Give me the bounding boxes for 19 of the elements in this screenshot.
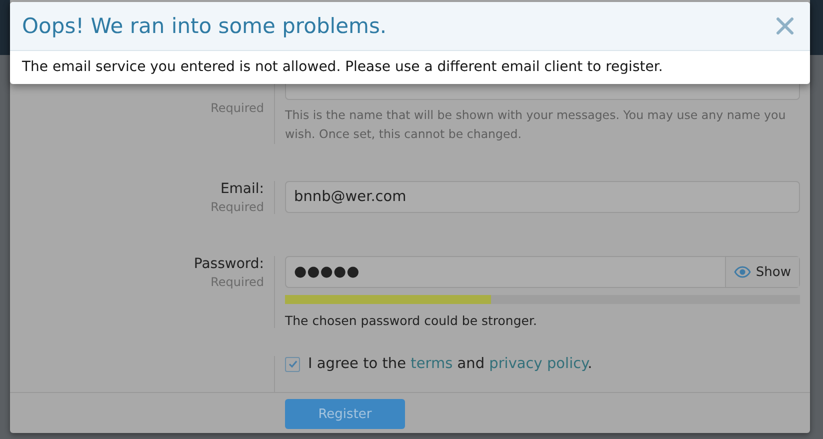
input-field[interactable]: bnnb@wer.com	[285, 181, 800, 213]
show-password-button[interactable]: Show	[724, 257, 799, 287]
agreement-text: I agree to the terms and privacy policy.	[308, 356, 592, 372]
eye-icon	[734, 266, 751, 278]
error-message: The email service you entered is not allowed. Please use a different email client to register.	[21, 58, 664, 77]
close-icon	[776, 17, 794, 35]
password-field[interactable]: ●●●●● Show	[285, 256, 800, 288]
required-label: Required	[210, 101, 264, 115]
checkmark-icon	[288, 359, 298, 369]
input-field[interactable]	[285, 84, 800, 100]
field-label: Password:	[194, 256, 264, 272]
dialog-title: Oops! We ran into some problems.	[22, 14, 387, 38]
field-hint: This is the name that will be shown with your messages. You may use any name you wish. Once set, this cannot be changed.	[285, 107, 787, 143]
required-label: Required	[210, 200, 264, 214]
strength-message: The chosen password could be stronger.	[285, 313, 538, 328]
required-label: Required	[210, 275, 264, 289]
agree-checkbox[interactable]	[285, 356, 300, 372]
field-label: Email:	[220, 181, 264, 197]
close-button[interactable]	[776, 17, 794, 35]
